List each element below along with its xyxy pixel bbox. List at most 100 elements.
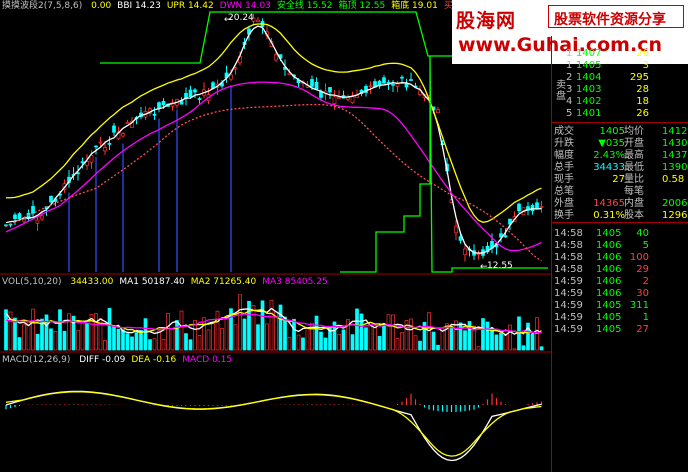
volume-bar — [4, 309, 8, 351]
volume-bar — [314, 315, 319, 351]
orderbook-row[interactable]: 5 1401 26 — [552, 108, 688, 120]
volume-bar — [179, 310, 184, 351]
sell-label: 卖盘 — [556, 80, 566, 102]
candle-body — [103, 147, 107, 152]
volume-bar — [44, 314, 49, 351]
tick-row[interactable]: 14:59 1405 1 — [552, 312, 688, 324]
candle-body — [94, 145, 98, 148]
level: 1 — [566, 60, 573, 71]
volume-bar — [58, 309, 62, 351]
lower-band-line — [5, 81, 542, 252]
volume-indicator-legend: VOL(5,10,20) 34433.00 MA1 50187.40 MA2 712… — [2, 276, 328, 288]
level: 2 — [566, 72, 573, 83]
volume-bar — [512, 348, 517, 351]
volume-bar — [103, 340, 107, 351]
candle-body — [125, 122, 130, 124]
volume-bar — [503, 333, 508, 351]
candle-body — [80, 161, 85, 164]
tick-time: 14:58 — [554, 264, 583, 275]
orderbook-row[interactable]: 1 1407 26 — [552, 48, 688, 60]
candle-body — [49, 195, 53, 203]
volume-bar — [220, 328, 224, 351]
tick-row[interactable]: 14:59 1405 311 — [552, 300, 688, 312]
quote-row: 换手 0.31% 股本 1296 — [552, 210, 688, 222]
tick-volume: 30 — [636, 288, 649, 299]
volume-bar — [134, 332, 139, 351]
kline-chart[interactable]: ←← — [0, 0, 551, 472]
candle-body — [31, 206, 35, 214]
qty: 26 — [636, 48, 649, 59]
candle-body — [391, 83, 395, 86]
candle-body — [409, 79, 413, 81]
quote-label: 升跌 — [554, 138, 574, 149]
volume-bar — [238, 294, 242, 351]
tick-price: 1405 — [596, 300, 622, 311]
volume-bar — [242, 318, 247, 351]
candle-body — [404, 83, 409, 88]
candle-body — [463, 248, 467, 255]
volume-bar — [400, 332, 404, 351]
quote-row: 总手 34433 最低 1390 — [552, 162, 688, 174]
tick-row[interactable]: 14:58 1406 29 — [552, 264, 688, 276]
quote-label: 股本 — [624, 210, 644, 221]
tick-row[interactable]: 14:59 1406 30 — [552, 288, 688, 300]
candle-body — [107, 143, 112, 145]
quote-value: 0.58 — [662, 174, 685, 185]
quote-row: 成交 1405 均价 1412 — [552, 126, 688, 138]
volume-bar — [260, 300, 265, 351]
volume-bar — [80, 322, 85, 351]
volume-bar — [283, 316, 287, 351]
orderbook-row[interactable]: 2 1404 295 — [552, 72, 688, 84]
candle-body — [188, 89, 193, 97]
volume-bar — [13, 317, 17, 351]
volume-bar — [296, 334, 301, 351]
orderbook-row[interactable]: 4 1402 18 — [552, 96, 688, 108]
candle-body — [314, 81, 319, 90]
tick-volume: 5 — [642, 240, 649, 251]
sell-label-text: 卖盘 — [556, 80, 566, 102]
volume-bar — [539, 346, 544, 351]
volume-bar — [481, 318, 485, 351]
volume-bar — [116, 328, 121, 351]
volume-pane[interactable] — [4, 294, 544, 351]
tick-time: 14:59 — [554, 276, 583, 287]
legend-item: DEA -0.16 — [131, 355, 177, 365]
tick-row[interactable]: 14:58 1406 100 — [552, 252, 688, 264]
volume-bar — [94, 313, 98, 351]
volume-bar — [463, 330, 467, 351]
volume-bar — [494, 334, 499, 351]
macd-pane[interactable] — [5, 390, 543, 462]
volume-bar — [112, 325, 116, 351]
candle-body — [539, 206, 544, 208]
tick-price: 1406 — [596, 240, 622, 251]
volume-bar — [256, 324, 260, 351]
macd-indicator-legend: MACD(12,26,9) DIFF -0.09 DEA -0.16 MACD 0.… — [2, 354, 232, 366]
orderbook-row[interactable]: 3 1403 28 — [552, 84, 688, 96]
orderbook-row[interactable]: 1 1405 3 — [552, 60, 688, 72]
quote-label: 换手 — [554, 210, 574, 221]
volume-bar — [386, 314, 391, 351]
quote-label: 外盘 — [554, 198, 574, 209]
volume-bar — [436, 344, 440, 351]
tick-row[interactable]: 14:59 1405 27 — [552, 324, 688, 336]
low-marker: 12.55 — [487, 261, 513, 271]
quote-row: 外盘 14365内盘 20068 — [552, 198, 688, 210]
volume-bar — [17, 337, 22, 351]
tick-row[interactable]: 14:58 1405 40 — [552, 228, 688, 240]
quote-value: 1390 — [662, 162, 688, 173]
candle-body — [112, 125, 116, 133]
quote-value: ▼035 — [598, 138, 625, 149]
legend-item: MACD 0.15 — [182, 355, 233, 365]
candle-body — [89, 154, 94, 163]
legend-item: 箱顶 12.55 — [338, 1, 386, 11]
volume-bar — [377, 335, 382, 351]
quote-label: 最高 — [624, 150, 644, 161]
quote-label: 成交 — [554, 126, 574, 137]
qty: 28 — [636, 84, 649, 95]
tick-row[interactable]: 14:59 1406 2 — [552, 276, 688, 288]
candle-body — [400, 76, 404, 79]
tick-time: 14:58 — [554, 228, 583, 239]
volume-bar — [215, 310, 220, 351]
tick-row[interactable]: 14:58 1406 5 — [552, 240, 688, 252]
volume-bar — [350, 334, 355, 351]
